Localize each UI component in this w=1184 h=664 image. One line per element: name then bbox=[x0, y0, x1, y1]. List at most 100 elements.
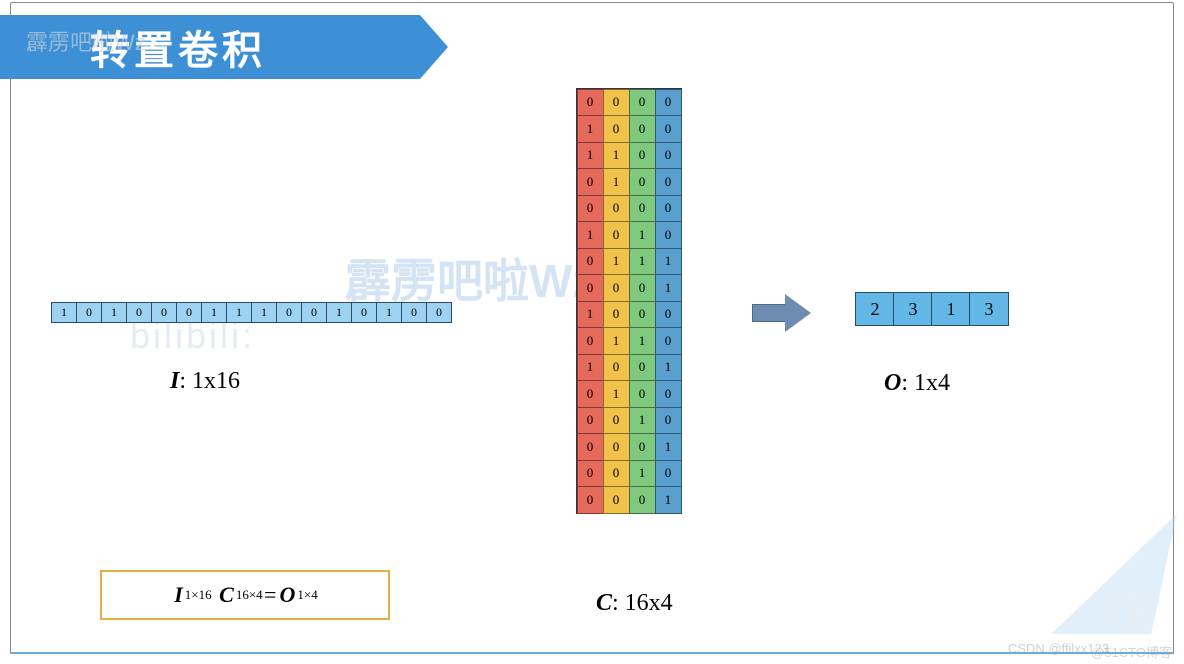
cell-i: 1 bbox=[226, 302, 252, 323]
cell-c: 0 bbox=[577, 486, 604, 514]
f-o: O bbox=[280, 582, 296, 608]
cell-c: 1 bbox=[577, 301, 604, 329]
cell-o: 2 bbox=[855, 292, 895, 326]
row-c: 1000 bbox=[577, 301, 681, 328]
f-i-sup: 1×16 bbox=[185, 587, 212, 603]
cell-c: 0 bbox=[655, 407, 682, 435]
row-c: 0010 bbox=[577, 460, 681, 487]
cell-c: 0 bbox=[603, 115, 630, 143]
cell-c: 0 bbox=[655, 301, 682, 329]
cell-c: 1 bbox=[655, 248, 682, 276]
cell-o: 3 bbox=[969, 292, 1009, 326]
shape-o: : 1x4 bbox=[901, 370, 950, 396]
cell-i: 0 bbox=[126, 302, 152, 323]
cell-i: 0 bbox=[351, 302, 377, 323]
cell-c: 0 bbox=[655, 89, 682, 117]
formula: I1×16 C16×4 = O1×4 bbox=[100, 570, 390, 620]
cell-c: 0 bbox=[577, 168, 604, 196]
f-o-sup: 1×4 bbox=[297, 587, 317, 603]
cell-c: 1 bbox=[629, 407, 656, 435]
cell-i: 0 bbox=[176, 302, 202, 323]
cell-c: 0 bbox=[577, 89, 604, 117]
row-c: 1010 bbox=[577, 222, 681, 249]
cell-c: 0 bbox=[629, 486, 656, 514]
cell-c: 0 bbox=[577, 327, 604, 355]
cell-c: 1 bbox=[603, 380, 630, 408]
cell-i: 1 bbox=[101, 302, 127, 323]
f-i: I bbox=[174, 582, 183, 608]
cell-c: 0 bbox=[655, 460, 682, 488]
cell-c: 0 bbox=[629, 168, 656, 196]
cell-c: 0 bbox=[603, 407, 630, 435]
cell-c: 0 bbox=[655, 115, 682, 143]
var-c: C bbox=[596, 590, 612, 616]
cell-c: 1 bbox=[577, 115, 604, 143]
cell-c: 0 bbox=[577, 433, 604, 461]
row-c: 0100 bbox=[577, 169, 681, 196]
row-c: 1000 bbox=[577, 116, 681, 143]
cell-c: 0 bbox=[577, 407, 604, 435]
shape-i: : 1x16 bbox=[179, 368, 240, 394]
arrow-icon bbox=[752, 294, 814, 332]
row-c: 0010 bbox=[577, 407, 681, 434]
cell-c: 0 bbox=[603, 89, 630, 117]
cell-c: 1 bbox=[603, 142, 630, 170]
cell-c: 1 bbox=[603, 327, 630, 355]
watermark-author-top: 霹雳吧啦Wz bbox=[26, 25, 146, 57]
row-c: 0110 bbox=[577, 328, 681, 355]
matrix-c: 0000100011000100000010100111000110000110… bbox=[576, 88, 682, 514]
matrix-i: 1010001110010100 bbox=[52, 302, 452, 323]
cell-c: 0 bbox=[577, 195, 604, 223]
cell-i: 0 bbox=[76, 302, 102, 323]
cell-c: 1 bbox=[629, 221, 656, 249]
row-c: 0000 bbox=[577, 195, 681, 222]
cell-c: 0 bbox=[577, 274, 604, 302]
cell-i: 1 bbox=[326, 302, 352, 323]
cell-c: 0 bbox=[655, 195, 682, 223]
row-c: 1100 bbox=[577, 142, 681, 169]
label-c: C: 16x4 bbox=[596, 590, 673, 617]
cell-c: 1 bbox=[629, 327, 656, 355]
cell-c: 1 bbox=[603, 248, 630, 276]
cell-c: 0 bbox=[629, 195, 656, 223]
cell-i: 1 bbox=[51, 302, 77, 323]
bottom-accent bbox=[10, 652, 1174, 654]
cell-c: 0 bbox=[603, 274, 630, 302]
cell-c: 0 bbox=[655, 380, 682, 408]
cell-i: 1 bbox=[201, 302, 227, 323]
cell-c: 1 bbox=[629, 248, 656, 276]
cell-c: 0 bbox=[629, 380, 656, 408]
cell-c: 0 bbox=[629, 354, 656, 382]
cell-c: 0 bbox=[603, 460, 630, 488]
row-c: 0001 bbox=[577, 275, 681, 302]
cell-c: 1 bbox=[655, 274, 682, 302]
cell-i: 0 bbox=[276, 302, 302, 323]
cell-c: 0 bbox=[603, 195, 630, 223]
cell-c: 1 bbox=[655, 486, 682, 514]
cell-i: 1 bbox=[251, 302, 277, 323]
matrix-o: 2313 bbox=[855, 292, 1009, 326]
row-c: 1001 bbox=[577, 354, 681, 381]
row-c: 0001 bbox=[577, 487, 681, 514]
cell-c: 0 bbox=[603, 301, 630, 329]
cell-c: 1 bbox=[577, 221, 604, 249]
label-i: I: 1x16 bbox=[170, 368, 240, 395]
cell-c: 1 bbox=[629, 460, 656, 488]
cell-i: 0 bbox=[426, 302, 452, 323]
cell-c: 0 bbox=[655, 142, 682, 170]
cell-c: 0 bbox=[655, 327, 682, 355]
cell-o: 3 bbox=[893, 292, 933, 326]
cell-c: 1 bbox=[655, 354, 682, 382]
bilibili-icon bbox=[1114, 596, 1154, 626]
cell-c: 0 bbox=[577, 380, 604, 408]
shape-c: : 16x4 bbox=[612, 590, 673, 616]
f-c-sup: 16×4 bbox=[236, 587, 263, 603]
cell-c: 0 bbox=[603, 221, 630, 249]
cell-c: 0 bbox=[655, 168, 682, 196]
cell-i: 1 bbox=[376, 302, 402, 323]
cell-c: 1 bbox=[577, 354, 604, 382]
cell-c: 1 bbox=[603, 168, 630, 196]
f-eq: = bbox=[263, 582, 278, 608]
cell-i: 0 bbox=[401, 302, 427, 323]
cell-i: 0 bbox=[151, 302, 177, 323]
